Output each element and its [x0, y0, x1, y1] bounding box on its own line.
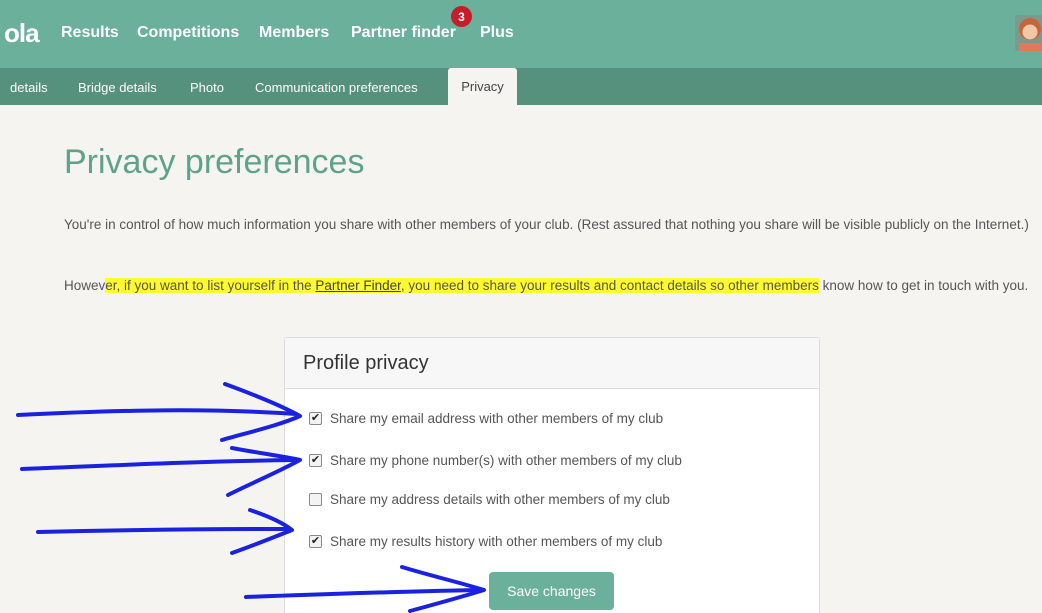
page-title: Privacy preferences — [64, 143, 365, 181]
email-checkbox[interactable]: ✔ — [309, 412, 322, 425]
nav-competitions[interactable]: Competitions — [137, 24, 239, 42]
share-phone-option[interactable]: ✔ Share my phone number(s) with other me… — [309, 453, 682, 468]
share-results-option[interactable]: ✔ Share my results history with other me… — [309, 534, 662, 549]
option-label: Share my phone number(s) with other memb… — [330, 453, 682, 468]
profile-tabs: details Bridge details Photo Communicati… — [0, 68, 1042, 105]
panel-title: Profile privacy — [285, 338, 819, 389]
nav-members[interactable]: Members — [259, 24, 329, 42]
top-navbar: ola Results Competitions Members Partner… — [0, 0, 1042, 68]
option-label: Share my results history with other memb… — [330, 534, 663, 549]
save-changes-button[interactable]: Save changes — [489, 572, 614, 610]
avatar-icon — [1015, 15, 1042, 51]
arrow-annotation-phone — [20, 446, 302, 497]
phone-checkbox[interactable]: ✔ — [309, 454, 322, 467]
highlighted-text: er, if you want to list yourself in the — [105, 278, 316, 293]
nav-partner-finder[interactable]: Partner finder — [351, 24, 456, 42]
option-label: Share my email address with other member… — [330, 411, 664, 426]
partner-finder-paragraph: However, if you want to list yourself in… — [64, 276, 1029, 296]
share-email-option[interactable]: ✔ Share my email address with other memb… — [309, 411, 663, 426]
address-checkbox[interactable] — [309, 493, 322, 506]
tab-privacy[interactable]: Privacy — [448, 68, 517, 105]
profile-privacy-panel: Profile privacy ✔ Share my email address… — [284, 337, 820, 613]
option-label: Share my address details with other memb… — [330, 492, 670, 507]
user-avatar[interactable] — [1015, 15, 1042, 51]
notification-badge: 3 — [451, 6, 472, 27]
paragraph-text: know how to get in touch with you. — [818, 278, 1029, 293]
paragraph-text: Howev — [64, 278, 106, 293]
nav-results[interactable]: Results — [61, 24, 119, 42]
arrow-annotation-email — [16, 382, 302, 442]
tab-photo[interactable]: Photo — [190, 80, 224, 95]
highlighted-text: , you need to share your results and con… — [400, 278, 819, 293]
share-address-option[interactable]: Share my address details with other memb… — [309, 492, 670, 507]
tab-communication-preferences[interactable]: Communication preferences — [255, 80, 418, 95]
tab-details[interactable]: details — [10, 80, 48, 95]
brand-logo[interactable]: ola — [4, 18, 40, 49]
partner-finder-link[interactable]: Partner Finder — [315, 278, 401, 293]
tab-bridge-details[interactable]: Bridge details — [78, 80, 157, 95]
results-checkbox[interactable]: ✔ — [309, 535, 322, 548]
arrow-annotation-results — [36, 508, 294, 555]
intro-paragraph: You're in control of how much informatio… — [64, 217, 1029, 232]
nav-plus[interactable]: Plus — [480, 24, 514, 42]
